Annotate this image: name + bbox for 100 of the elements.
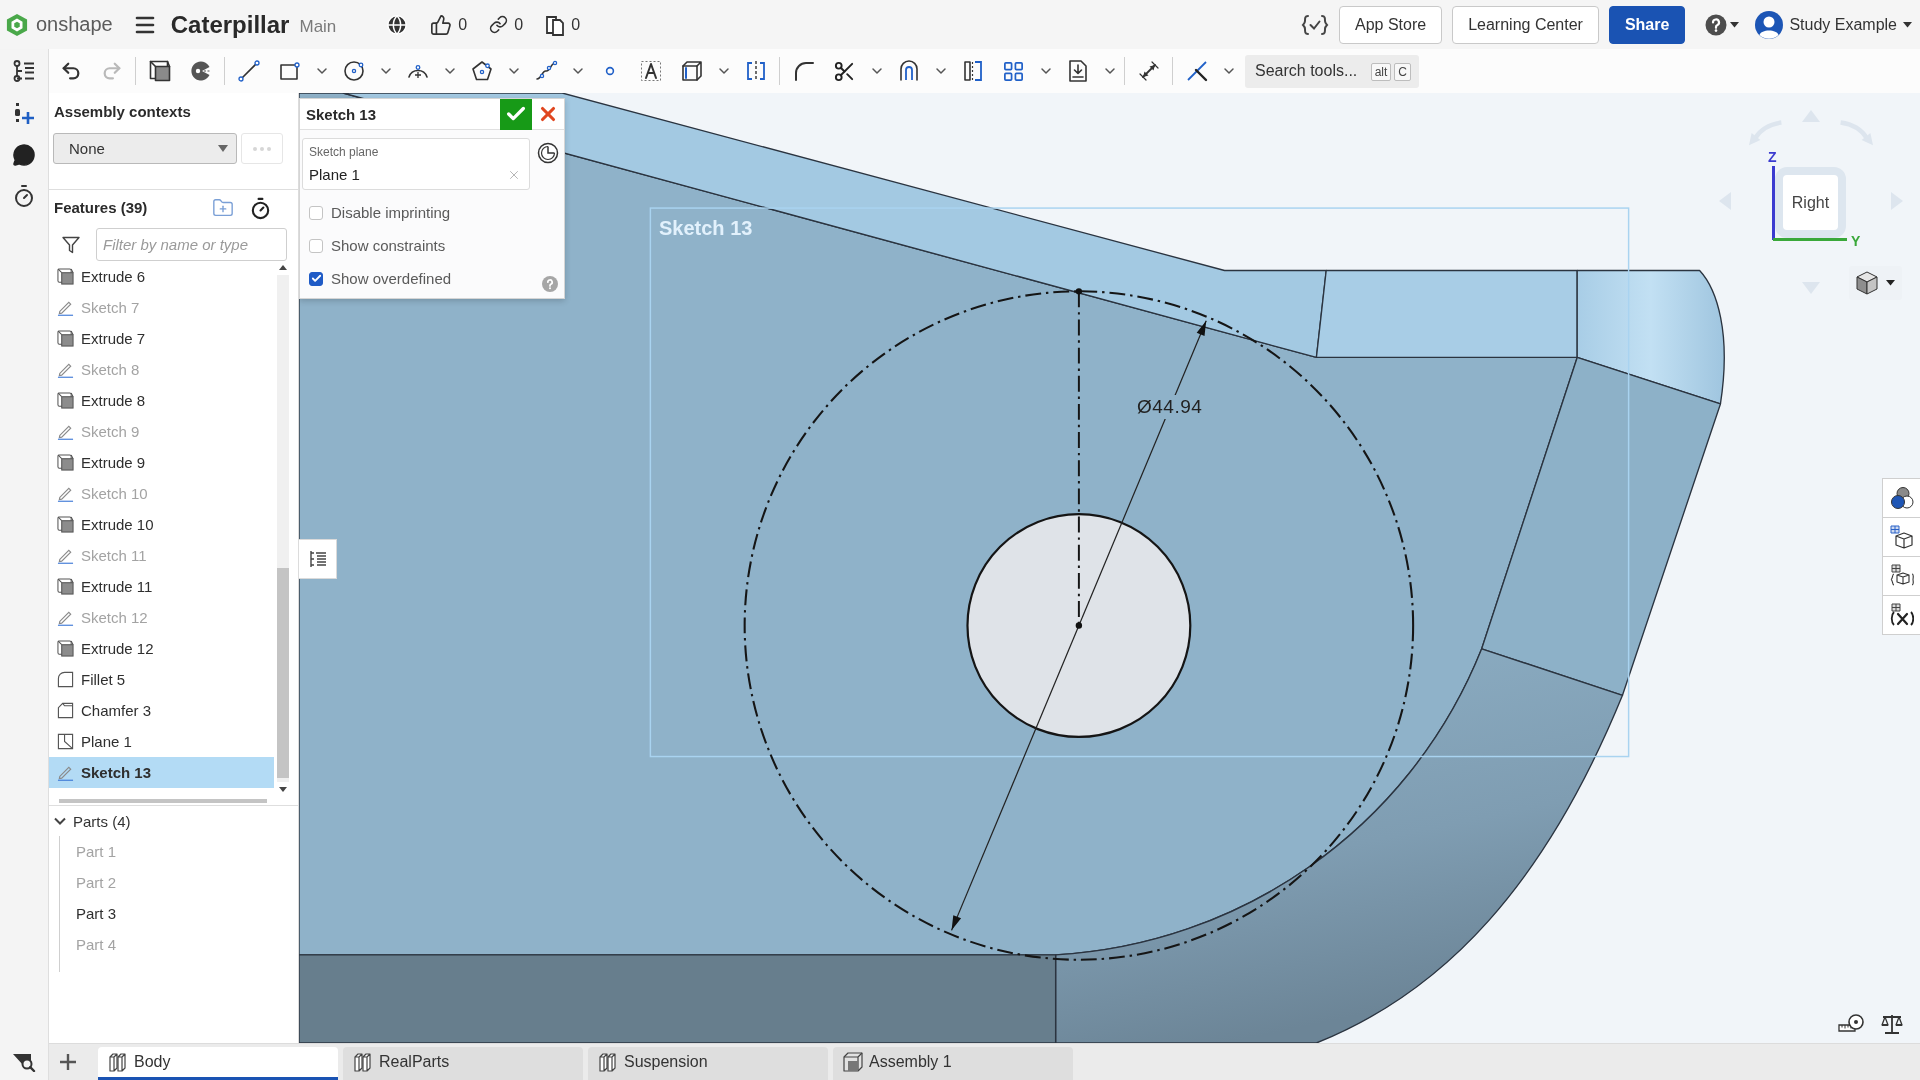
counter-value: 0 xyxy=(514,15,524,34)
spline-icon xyxy=(533,59,558,83)
pencil-icon xyxy=(57,361,74,378)
caret-icon xyxy=(1903,21,1912,28)
feature-item[interactable]: Extrude 8 xyxy=(49,385,274,416)
tab[interactable]: Assembly 1 xyxy=(833,1047,1073,1080)
line-icon xyxy=(236,59,261,83)
document-title: Caterpillar xyxy=(170,10,290,39)
tape-measure-icon xyxy=(1838,1013,1864,1033)
list-toggle-button[interactable] xyxy=(299,539,337,579)
user-menu-button[interactable]: Study Example xyxy=(1755,10,1912,39)
filter-field[interactable]: Filter by name or type xyxy=(96,228,287,261)
link-icon xyxy=(489,15,509,34)
pentagon-icon xyxy=(469,59,494,83)
extrude-box-icon xyxy=(57,516,74,533)
feature-item[interactable]: Plane 1 xyxy=(49,726,274,757)
part-studio-icon xyxy=(108,1052,128,1072)
part-item[interactable]: Part 3 xyxy=(60,898,298,929)
feature-item[interactable]: Extrude 11 xyxy=(49,571,274,602)
feature-item[interactable]: Chamfer 3 xyxy=(49,695,274,726)
feature-item[interactable]: Sketch 13 xyxy=(49,757,274,788)
add-folder-button[interactable] xyxy=(212,197,234,219)
checkbox[interactable] xyxy=(309,238,323,253)
feature-item[interactable]: Fillet 5 xyxy=(49,664,274,695)
sketch-name-label: Sketch 13 xyxy=(659,217,753,240)
thumbs-up-icon xyxy=(430,13,453,36)
option-label: Show constraints xyxy=(331,237,446,254)
axis-label: Y xyxy=(1851,233,1861,249)
help-icon xyxy=(1705,13,1728,36)
tool-button[interactable] xyxy=(1838,1013,1864,1035)
header-button[interactable]: App Store xyxy=(1339,5,1443,44)
globe-icon[interactable] xyxy=(386,13,409,36)
part-studio-icon xyxy=(353,1052,373,1072)
plus-icon xyxy=(59,1053,77,1071)
balance-scale-icon xyxy=(1880,1013,1904,1035)
view-cube[interactable]: Right xyxy=(1775,167,1846,238)
pencil-icon xyxy=(57,609,74,626)
brand-name: onshape xyxy=(36,13,113,36)
feature-item[interactable]: Extrude 9 xyxy=(49,447,274,478)
comment-icon xyxy=(12,142,36,167)
logo-icon xyxy=(6,12,28,37)
rounded-corner-icon xyxy=(57,671,74,688)
more-icon xyxy=(253,146,271,151)
extrude-box-icon xyxy=(57,454,74,471)
counter-value: 0 xyxy=(458,15,468,34)
stopwatch-icon xyxy=(12,183,36,208)
braces-check-icon[interactable] xyxy=(1301,12,1329,37)
caret-icon xyxy=(218,145,228,152)
pencil-icon xyxy=(57,299,74,316)
axis-label: Z xyxy=(1768,149,1777,165)
accept-button[interactable] xyxy=(500,98,532,130)
extrude-box-icon xyxy=(57,330,74,347)
circle-icon xyxy=(341,59,366,83)
folder-plus-icon xyxy=(212,197,234,219)
extrude-box-icon xyxy=(57,392,74,409)
pencil-icon xyxy=(57,423,74,440)
scrollbar-thumb[interactable] xyxy=(276,568,289,778)
counter-value: 0 xyxy=(571,15,581,34)
pencil-icon xyxy=(57,764,74,781)
section-title: Features (39) xyxy=(53,198,148,218)
table-cube-icon xyxy=(1889,525,1914,549)
parts-header[interactable]: Parts (4) xyxy=(49,806,298,836)
table-function-icon xyxy=(1889,603,1914,627)
tool-button[interactable] xyxy=(1882,517,1920,557)
clock-icon[interactable] xyxy=(537,142,559,164)
stopwatch-icon xyxy=(249,196,272,220)
feature-item[interactable]: Extrude 7 xyxy=(49,323,274,354)
pencil-icon xyxy=(57,547,74,564)
dialog-title: Sketch 13 xyxy=(305,105,378,123)
tab[interactable]: Body xyxy=(98,1047,338,1080)
checkbox[interactable] xyxy=(309,271,323,286)
tool-button[interactable] xyxy=(1882,556,1920,596)
tool-button[interactable] xyxy=(1882,478,1920,518)
context-dropdown[interactable]: None xyxy=(53,133,237,164)
feature-item[interactable]: Extrude 12 xyxy=(49,633,274,664)
tab[interactable]: RealParts xyxy=(343,1047,583,1080)
tool-button[interactable] xyxy=(1880,1013,1904,1035)
avatar-icon xyxy=(1755,10,1784,39)
chamfer-corner-icon xyxy=(57,702,74,719)
insert-icon xyxy=(12,101,36,126)
extrude-box-icon xyxy=(57,640,74,657)
share-button[interactable]: Share xyxy=(1608,5,1686,44)
table-braces-icon xyxy=(1889,564,1914,588)
feature-item[interactable]: Extrude 6 xyxy=(49,261,274,292)
sketch-plane-field[interactable]: Sketch plane Plane 1 xyxy=(302,138,530,190)
field-label: Sketch plane xyxy=(309,144,380,160)
tool-button[interactable] xyxy=(1882,595,1920,635)
feature-item[interactable]: Extrude 10 xyxy=(49,509,274,540)
tab[interactable]: Suspension xyxy=(588,1047,828,1080)
pie-icon xyxy=(188,59,213,83)
overlapping-circles-icon xyxy=(1889,486,1914,510)
z-axis-icon xyxy=(1772,166,1775,240)
option-label: Show overdefined xyxy=(331,270,452,287)
caret-icon xyxy=(1886,280,1895,286)
header-button[interactable]: Learning Center xyxy=(1452,5,1599,44)
grid-icon xyxy=(1002,59,1025,83)
assembly-cube-icon xyxy=(843,1052,863,1072)
rollback-timer-button[interactable] xyxy=(249,196,272,220)
scissors-icon xyxy=(833,59,856,83)
checkbox[interactable] xyxy=(309,205,323,220)
